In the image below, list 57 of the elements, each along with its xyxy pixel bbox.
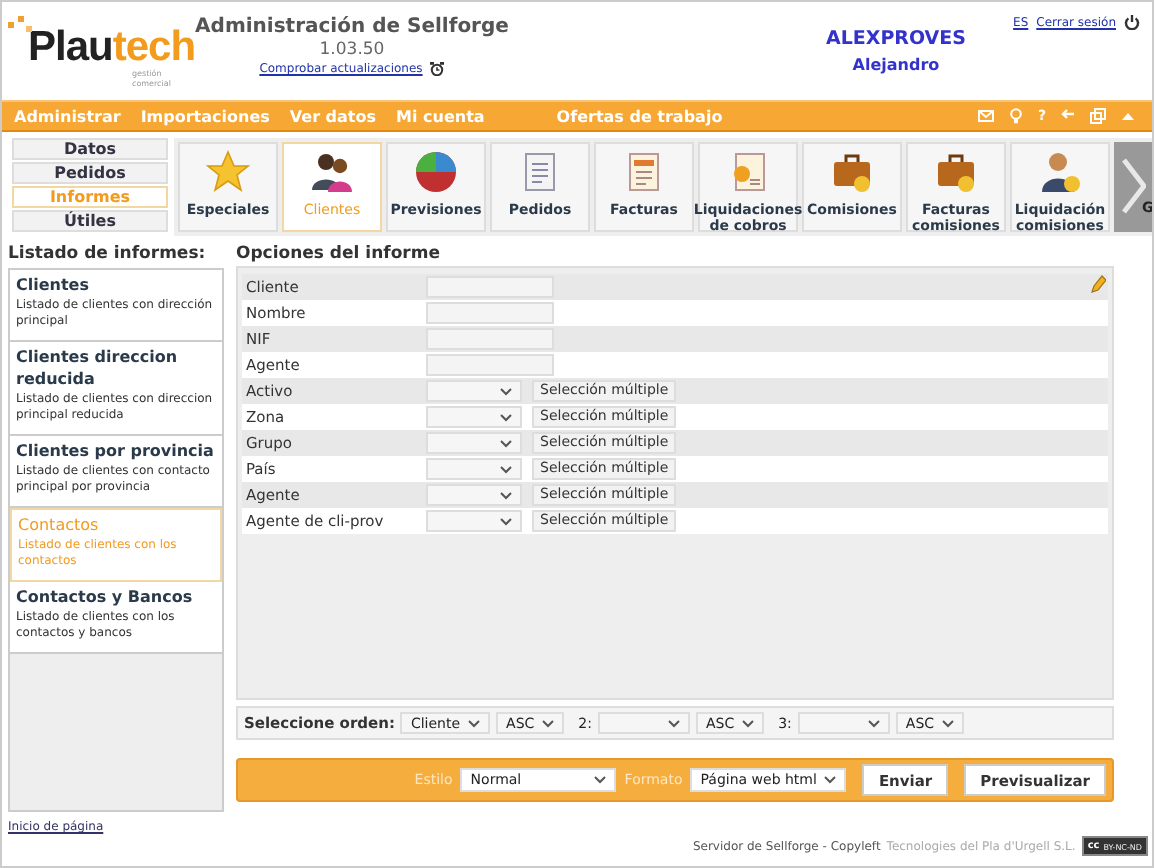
caret-icon xyxy=(867,719,880,727)
alarm-clock-icon xyxy=(430,62,445,76)
caret-icon xyxy=(468,719,481,727)
version-text: 1.03.50 xyxy=(317,40,387,62)
logo: Plautech xyxy=(28,28,196,68)
caret-icon xyxy=(500,491,512,499)
text-field[interactable] xyxy=(426,328,554,350)
windows-icon[interactable] xyxy=(1090,108,1106,124)
caret-icon xyxy=(667,719,680,727)
pie-chart-icon xyxy=(414,150,458,194)
dropdown[interactable] xyxy=(426,510,522,532)
caret-icon xyxy=(500,387,512,395)
star-icon xyxy=(206,150,250,194)
dots-icon xyxy=(8,14,32,34)
lightbulb-icon[interactable] xyxy=(1007,108,1024,124)
report-title: Clientes por provincia xyxy=(16,440,216,462)
caret-icon xyxy=(500,439,512,447)
app-title: Administración de Sellforge xyxy=(195,14,509,40)
caret-icon xyxy=(824,776,837,784)
text-field[interactable] xyxy=(426,276,554,298)
chevron-right-icon[interactable] xyxy=(1122,158,1146,214)
dropdown[interactable] xyxy=(426,406,522,428)
section-tab[interactable]: Datos xyxy=(12,138,168,160)
caret-icon xyxy=(594,776,607,784)
section-tab[interactable]: Pedidos xyxy=(12,162,168,184)
section-heading: Listado de informes: xyxy=(8,244,208,266)
dropdown[interactable] xyxy=(597,712,690,734)
dropdown[interactable] xyxy=(426,432,522,454)
caret-icon xyxy=(742,719,755,727)
report-title: Clientes xyxy=(16,274,91,296)
power-icon xyxy=(1124,14,1140,30)
caret-icon xyxy=(500,465,512,473)
section-tab[interactable]: Útiles xyxy=(12,210,168,232)
pencil-icon[interactable] xyxy=(1090,274,1106,294)
user-name: Alejandro xyxy=(850,56,942,74)
user-login: ALEXPROVES xyxy=(823,26,968,52)
dropdown[interactable] xyxy=(426,380,522,402)
people-icon xyxy=(310,150,354,194)
envelope-icon[interactable] xyxy=(977,108,994,124)
caret-icon xyxy=(500,517,512,525)
briefcase-icon xyxy=(934,150,978,194)
caret-icon xyxy=(500,413,512,421)
text-field[interactable] xyxy=(426,354,554,376)
dropdown[interactable] xyxy=(426,484,522,506)
back-arrow-icon[interactable] xyxy=(1060,108,1076,124)
report-title: Contactos y Bancos xyxy=(16,586,195,608)
briefcase-icon xyxy=(830,150,874,194)
collapse-icon[interactable] xyxy=(1120,108,1136,124)
section-heading: Opciones del informe xyxy=(236,244,442,266)
caret-icon xyxy=(942,719,955,727)
dropdown[interactable] xyxy=(426,458,522,480)
text-field[interactable] xyxy=(426,302,554,324)
person-icon xyxy=(1038,150,1082,194)
caret-icon xyxy=(542,719,555,727)
report-title: Contactos xyxy=(18,514,101,536)
dropdown[interactable] xyxy=(797,712,890,734)
report-title: Clientes direccion reducida xyxy=(16,346,180,390)
